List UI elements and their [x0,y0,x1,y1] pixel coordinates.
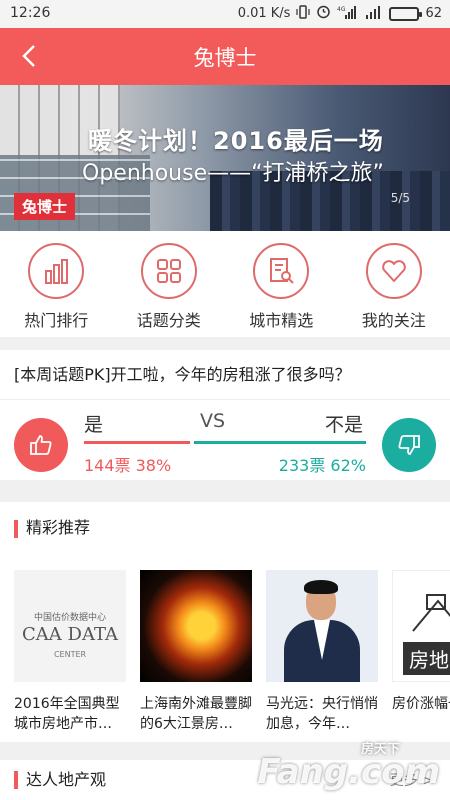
banner-subline: Openhouse——“打浦桥之旅” [82,161,384,186]
vote-yes-stat: 144票 38% [84,456,172,475]
category-hot-ranking[interactable]: 热门排行 [0,231,113,337]
category-label: 话题分类 [136,311,201,330]
thumbs-up-icon [30,435,52,455]
topic-question[interactable]: [本周话题PK]开工啦，今年的房租涨了很多吗？ [0,350,450,400]
signal-4g-icon: 4G [337,5,359,23]
banner-pager: 5/5 [390,191,410,205]
thumb-sub-text: CENTER [53,650,87,659]
card-thumbnail: 中国估价数据中心 CAA DATA CENTER [14,570,126,682]
status-right: 0.01 K/s 4G 62 [238,4,442,23]
watermark-main: Fang.com [257,752,440,792]
recommend-card[interactable]: 中国估价数据中心 CAA DATA CENTER 2016年全国典型城市房地产市… [14,570,126,734]
status-bar: 12:26 0.01 K/s 4G 62 [0,0,450,28]
vs-label: VS [200,410,226,432]
thumbs-down-icon [398,435,420,455]
category-label: 我的关注 [361,311,426,330]
signal-icon [365,5,383,23]
vote-no-bar [194,441,366,444]
recommend-card[interactable]: 马光远：央行悄悄加息，今年… [266,570,378,734]
vote-no-button[interactable] [382,418,436,472]
recommend-card[interactable]: 上海南外滩最豐脚的6大江景房… [140,570,252,734]
vote-no-stat: 233票 62% [278,456,366,475]
vibrate-icon [296,4,311,23]
status-time: 12:26 [10,5,51,21]
recommend-cards[interactable]: 中国估价数据中心 CAA DATA CENTER 2016年全国典型城市房地产市… [14,570,450,734]
card-title: 房价涨幅一的城市 [392,696,450,712]
battery-icon [389,6,423,21]
category-row: 热门排行 话题分类 城市精选 我的关注 [0,231,450,337]
section-title: 精彩推荐 [0,502,450,554]
nav-bar: 兔博士 [0,28,450,85]
banner-logo: 兔博士 [14,193,76,220]
promo-banner[interactable]: 暖冬计划！2016最后一场 Openhouse——“打浦桥之旅” 兔博士 5/5 [0,85,450,231]
vote-no-label: 不是 [325,414,364,436]
page-title: 兔博士 [193,46,257,70]
thumb-person-hair [304,580,338,594]
category-city-picks[interactable]: 城市精选 [225,231,338,337]
grid-icon [140,243,197,299]
topic-pk-card: [本周话题PK]开工啦，今年的房租涨了很多吗？ 是 VS 不是 144票 38%… [0,350,450,480]
vote-yes-bar [84,441,190,444]
card-title: 上海南外滩最豐脚的6大江景房… [140,696,252,732]
svg-text:4G: 4G [337,6,346,13]
category-label: 热门排行 [24,311,89,330]
card-title: 马光远：央行悄悄加息，今年… [266,696,378,732]
watermark-top: 房天下 [360,742,400,757]
document-search-icon [253,243,310,299]
alarm-icon [316,4,331,23]
battery-level: 62 [425,6,442,21]
card-thumbnail [140,570,252,682]
card-title: 2016年全国典型城市房地产市… [14,696,120,732]
thumb-caption: 中国估价数据中心 [33,613,106,623]
thumb-label: 房地 [403,642,450,675]
vote-yes-button[interactable] [14,418,68,472]
heart-icon [365,243,422,299]
card-thumbnail [266,570,378,682]
recommend-section: 精彩推荐 中国估价数据中心 CAA DATA CENTER 2016年全国典型城… [0,502,450,742]
recommend-card[interactable]: 房地 房价涨幅一的城市 [392,570,450,734]
vote-yes-label: 是 [84,414,104,436]
category-topic-types[interactable]: 话题分类 [113,231,226,337]
category-my-follows[interactable]: 我的关注 [338,231,450,337]
fang-watermark: 房天下 Fang.com [257,742,440,792]
card-thumbnail: 房地 [392,570,450,682]
banner-headline: 暖冬计划！2016最后一场 [88,127,384,155]
category-label: 城市精选 [249,311,314,330]
bar-chart-icon [28,243,85,299]
thumb-logo-text: CAA DATA [22,624,118,645]
network-speed: 0.01 K/s [237,6,291,21]
